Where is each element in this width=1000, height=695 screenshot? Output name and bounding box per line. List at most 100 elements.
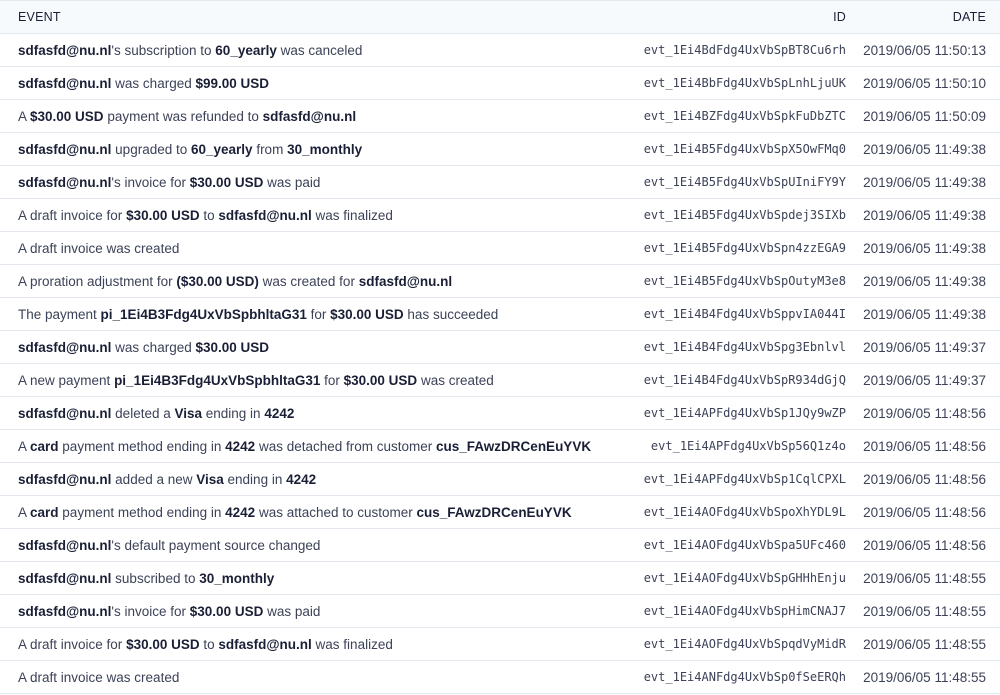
event-description: sdfasfd@nu.nl upgraded to 60_yearly from…: [0, 142, 600, 157]
event-entity: Visa: [174, 405, 203, 421]
table-row[interactable]: sdfasfd@nu.nl's subscription to 60_yearl…: [0, 34, 1000, 67]
table-row[interactable]: A draft invoice for $30.00 USD to sdfasf…: [0, 199, 1000, 232]
event-id: evt_1Ei4AOFdg4UxVbSpHimCNAJ7: [643, 604, 846, 618]
event-text: 's default payment source changed: [111, 537, 321, 553]
event-description: sdfasfd@nu.nl's default payment source c…: [0, 538, 600, 553]
event-id: evt_1Ei4B4Fdg4UxVbSppvIA044I: [643, 307, 846, 321]
event-entity: sdfasfd@nu.nl: [218, 207, 312, 223]
event-description: A draft invoice was created: [0, 241, 600, 256]
table-row[interactable]: sdfasfd@nu.nl's invoice for $30.00 USD w…: [0, 595, 1000, 628]
table-row[interactable]: A card payment method ending in 4242 was…: [0, 496, 1000, 529]
column-header-id[interactable]: ID: [600, 10, 850, 24]
event-id: evt_1Ei4B5Fdg4UxVbSpUIniFY9Y: [643, 175, 846, 189]
event-text: A: [18, 438, 31, 454]
table-row[interactable]: sdfasfd@nu.nl subscribed to 30_monthly ev…: [0, 562, 1000, 595]
table-row[interactable]: sdfasfd@nu.nl's invoice for $30.00 USD w…: [0, 166, 1000, 199]
event-entity: $99.00 USD: [195, 75, 270, 91]
event-date: 2019/06/05 11:49:38: [863, 240, 986, 256]
table-header: EVENT ID DATE: [0, 0, 1000, 34]
event-id: evt_1Ei4B4Fdg4UxVbSpR934dGjQ: [643, 373, 846, 387]
event-id: evt_1Ei4B5Fdg4UxVbSpdej3SIXb: [643, 208, 846, 222]
event-text: to: [199, 207, 219, 223]
event-entity: sdfasfd@nu.nl: [18, 405, 112, 421]
event-entity: $30.00 USD: [126, 636, 200, 652]
event-text: ending in: [202, 405, 265, 421]
column-header-date[interactable]: DATE: [850, 10, 1000, 24]
table-row[interactable]: A draft invoice for $30.00 USD to sdfasf…: [0, 628, 1000, 661]
event-date: 2019/06/05 11:49:37: [863, 372, 986, 388]
table-row[interactable]: sdfasfd@nu.nl deleted a Visa ending in 4…: [0, 397, 1000, 430]
event-description: A proration adjustment for ($30.00 USD) …: [0, 274, 600, 289]
event-text: added a new: [111, 471, 197, 487]
event-date: 2019/06/05 11:49:38: [863, 207, 986, 223]
event-text: payment was refunded to: [103, 108, 263, 124]
event-date: 2019/06/05 11:48:56: [863, 438, 986, 454]
events-table: EVENT ID DATE sdfasfd@nu.nl's subscripti…: [0, 0, 1000, 695]
event-text: was finalized: [311, 636, 393, 652]
event-entity: 4242: [264, 405, 295, 421]
event-entity: cus_FAwzDRCenEuYVK: [416, 504, 572, 520]
event-description: sdfasfd@nu.nl added a new Visa ending in…: [0, 472, 600, 487]
event-text: was charged: [111, 339, 196, 355]
event-entity: card: [30, 438, 59, 454]
event-entity: sdfasfd@nu.nl: [18, 471, 112, 487]
event-text: A draft invoice was created: [18, 669, 180, 685]
event-id: evt_1Ei4APFdg4UxVbSp1CqlCPXL: [643, 472, 846, 486]
event-entity: 4242: [225, 438, 256, 454]
event-date: 2019/06/05 11:49:38: [863, 306, 986, 322]
event-id: evt_1Ei4B4Fdg4UxVbSpg3Ebnlvl: [643, 340, 846, 354]
event-entity: sdfasfd@nu.nl: [18, 603, 112, 619]
event-text: A draft invoice was created: [18, 240, 180, 256]
event-text: was attached to customer: [255, 504, 417, 520]
table-row[interactable]: sdfasfd@nu.nl's default payment source c…: [0, 529, 1000, 562]
event-text: to: [199, 636, 219, 652]
event-text: for: [320, 372, 344, 388]
event-entity: $30.00 USD: [126, 207, 200, 223]
event-date: 2019/06/05 11:50:09: [863, 108, 986, 124]
table-row[interactable]: The payment pi_1Ei4B3Fdg4UxVbSpbhltaG31 …: [0, 298, 1000, 331]
table-row[interactable]: A new payment pi_1Ei4B3Fdg4UxVbSpbhltaG3…: [0, 364, 1000, 397]
event-entity: $30.00 USD: [343, 372, 418, 388]
event-entity: sdfasfd@nu.nl: [358, 273, 453, 289]
table-row[interactable]: sdfasfd@nu.nl upgraded to 60_yearly from…: [0, 133, 1000, 166]
event-text: was finalized: [311, 207, 393, 223]
event-date: 2019/06/05 11:49:37: [863, 339, 986, 355]
event-id: evt_1Ei4APFdg4UxVbSp1JQy9wZP: [643, 406, 846, 420]
event-date: 2019/06/05 11:48:56: [863, 405, 986, 421]
event-id: evt_1Ei4AOFdg4UxVbSpqdVyMidR: [643, 637, 846, 651]
event-date: 2019/06/05 11:48:56: [863, 471, 986, 487]
event-entity: card: [30, 504, 59, 520]
event-date: 2019/06/05 11:49:38: [863, 273, 986, 289]
event-text: has succeeded: [403, 306, 499, 322]
event-date: 2019/06/05 11:48:55: [863, 603, 986, 619]
event-id: evt_1Ei4ANFdg4UxVbSp0fSeERQh: [643, 670, 846, 684]
event-entity: 60_yearly: [191, 141, 253, 157]
event-text: was paid: [263, 603, 321, 619]
event-text: A draft invoice for: [18, 207, 127, 223]
event-entity: pi_1Ei4B3Fdg4UxVbSpbhltaG31: [100, 306, 307, 322]
event-entity: 4242: [225, 504, 256, 520]
event-date: 2019/06/05 11:48:56: [863, 504, 986, 520]
event-entity: pi_1Ei4B3Fdg4UxVbSpbhltaG31: [114, 372, 321, 388]
table-row[interactable]: sdfasfd@nu.nl added a new Visa ending in…: [0, 463, 1000, 496]
table-row[interactable]: sdfasfd@nu.nl was charged $99.00 USD evt_…: [0, 67, 1000, 100]
event-description: A draft invoice for $30.00 USD to sdfasf…: [0, 637, 600, 652]
table-row[interactable]: A card payment method ending in 4242 was…: [0, 430, 1000, 463]
event-id: evt_1Ei4APFdg4UxVbSp56Q1z4o: [650, 439, 846, 453]
table-row[interactable]: A $30.00 USD payment was refunded to sdf…: [0, 100, 1000, 133]
event-entity: sdfasfd@nu.nl: [18, 42, 112, 58]
table-row[interactable]: A proration adjustment for ($30.00 USD) …: [0, 265, 1000, 298]
event-entity: 4242: [286, 471, 317, 487]
event-description: A $30.00 USD payment was refunded to sdf…: [0, 109, 600, 124]
event-entity: 30_monthly: [199, 570, 275, 586]
event-entity: 60_yearly: [215, 42, 277, 58]
event-text: 's subscription to: [111, 42, 216, 58]
event-text: subscribed to: [111, 570, 200, 586]
table-row[interactable]: sdfasfd@nu.nl was charged $30.00 USD evt_…: [0, 331, 1000, 364]
column-header-event[interactable]: EVENT: [0, 10, 600, 24]
table-row[interactable]: A draft invoice was created evt_1Ei4ANFdg…: [0, 661, 1000, 694]
event-entity: $30.00 USD: [195, 339, 270, 355]
event-description: A draft invoice was created: [0, 670, 600, 685]
table-row[interactable]: A draft invoice was created evt_1Ei4B5Fdg…: [0, 232, 1000, 265]
event-date: 2019/06/05 11:48:55: [863, 669, 986, 685]
